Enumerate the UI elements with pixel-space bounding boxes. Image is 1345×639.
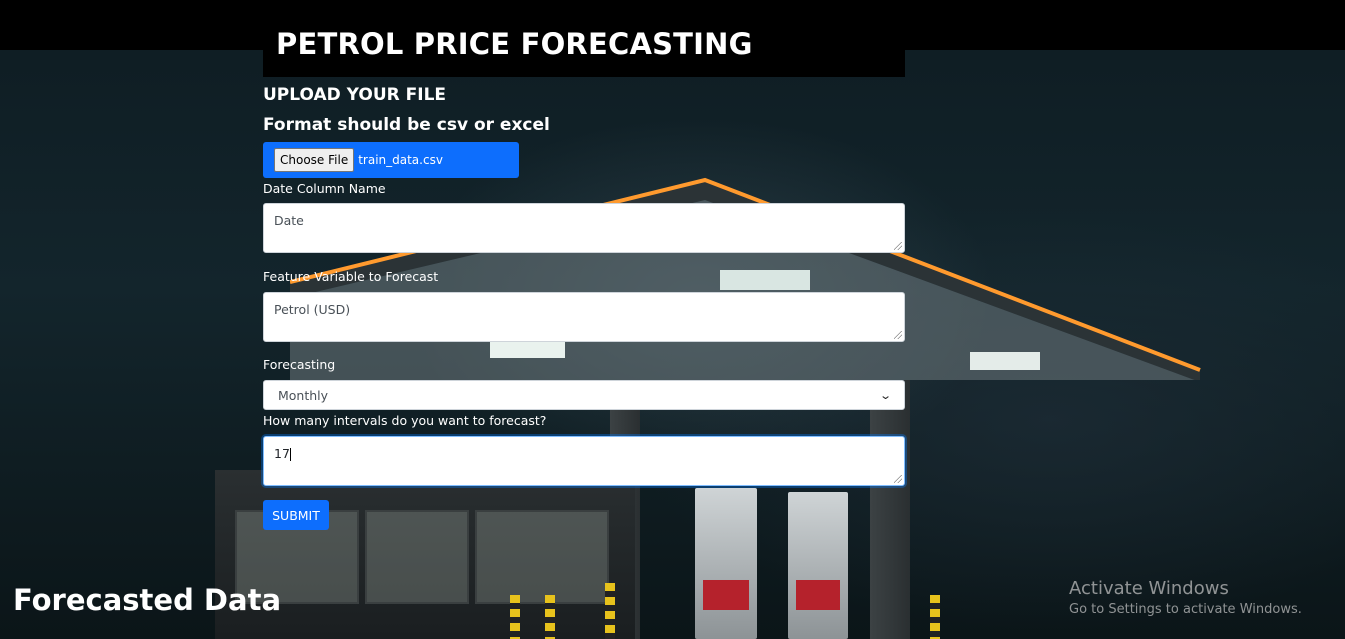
- selected-file-name: train_data.csv: [358, 153, 443, 167]
- date-column-field[interactable]: Date: [263, 203, 905, 253]
- page-title: PETROL PRICE FORECASTING: [276, 27, 753, 61]
- resize-handle-icon[interactable]: [894, 475, 902, 483]
- intervals-label: How many intervals do you want to foreca…: [263, 413, 547, 428]
- intervals-value: 17: [274, 446, 290, 461]
- watermark-line-2: Go to Settings to activate Windows.: [1069, 602, 1302, 617]
- date-column-label: Date Column Name: [263, 181, 386, 196]
- feature-variable-label: Feature Variable to Forecast: [263, 269, 439, 284]
- forecasting-select[interactable]: Monthly ⌄: [263, 380, 905, 410]
- format-note: Format should be csv or excel: [263, 115, 550, 135]
- feature-variable-value: Petrol (USD): [274, 302, 351, 317]
- resize-handle-icon[interactable]: [894, 242, 902, 250]
- page: PETROL PRICE FORECASTING UPLOAD YOUR FIL…: [0, 0, 1345, 639]
- upload-heading: UPLOAD YOUR FILE: [263, 85, 447, 105]
- forecasted-data-heading: Forecasted Data: [13, 583, 282, 617]
- resize-handle-icon[interactable]: [894, 331, 902, 339]
- date-column-value: Date: [274, 213, 304, 228]
- forecasting-label: Forecasting: [263, 357, 336, 372]
- submit-button[interactable]: SUBMIT: [263, 500, 329, 530]
- intervals-field[interactable]: 17: [263, 436, 905, 486]
- activate-windows-watermark: Activate Windows Go to Settings to activ…: [1069, 578, 1302, 617]
- watermark-line-1: Activate Windows: [1069, 578, 1229, 599]
- chevron-down-icon: ⌄: [878, 388, 892, 402]
- choose-file-button[interactable]: Choose File: [274, 148, 355, 172]
- forecasting-selected-value: Monthly: [278, 387, 329, 403]
- text-cursor: [289, 448, 291, 461]
- file-upload-input[interactable]: Choose File train_data.csv: [263, 142, 519, 178]
- feature-variable-field[interactable]: Petrol (USD): [263, 292, 905, 342]
